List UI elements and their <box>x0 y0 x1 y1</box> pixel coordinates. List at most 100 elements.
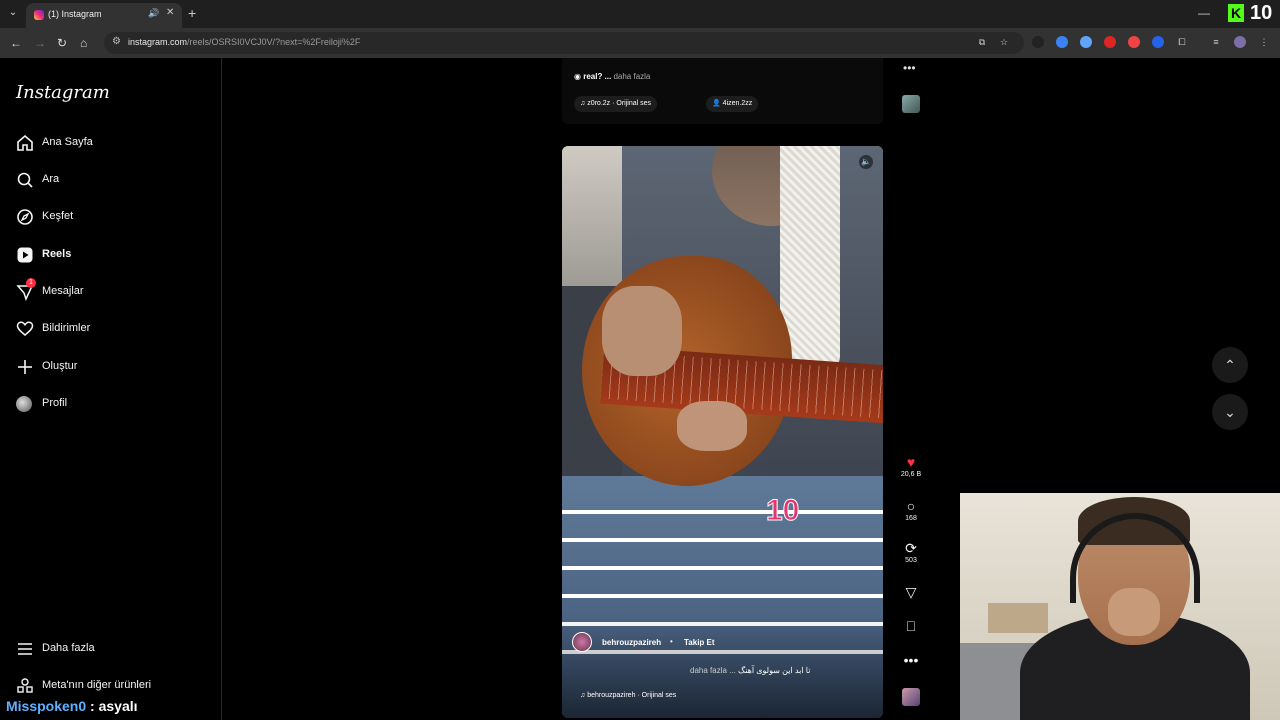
author-avatar[interactable] <box>572 632 592 652</box>
repost-icon: ⟳ <box>905 540 917 556</box>
heart-filled-icon: ♥ <box>906 454 916 470</box>
tab-search-icon[interactable]: ⌄ <box>4 4 22 22</box>
reel-caption: ◉ real? ... daha fazla <box>574 72 651 81</box>
extension-moon-icon[interactable] <box>1032 36 1044 48</box>
audio-thumbnail[interactable] <box>902 95 920 113</box>
reel-video[interactable]: 10 🔈 behrouzpazireh • Takip Et daha fazl… <box>562 146 883 718</box>
more-options-icon: ••• <box>903 652 919 668</box>
instagram-favicon-icon <box>34 10 44 20</box>
chat-text: : asyalı <box>90 698 138 714</box>
avatar <box>16 396 32 412</box>
audio-chip[interactable]: ♫ z0ro.2z · Orijinal ses <box>574 96 657 112</box>
sidebar-item-reels[interactable]: Reels <box>16 244 206 268</box>
previous-reel-button[interactable]: ⌃ <box>1212 347 1248 383</box>
sidebar-item-label: Oluştur <box>42 360 78 372</box>
plus-icon <box>18 360 32 374</box>
messages-badge: 1 <box>26 278 36 288</box>
address-bar[interactable]: ⚙ instagram.com/reels/OSRSI0VCJ0V/?next=… <box>104 32 1024 54</box>
kick-viewer-count: 10 <box>1250 2 1273 24</box>
overlay-stripe <box>562 594 883 598</box>
overlay-stripe <box>562 510 883 514</box>
kick-logo-icon: K <box>1228 4 1244 22</box>
like-count: 20,6 B <box>900 471 922 478</box>
overlay-countdown-number: 10 <box>765 494 800 528</box>
audio-thumbnail[interactable] <box>902 688 920 706</box>
forward-icon[interactable]: → <box>34 35 46 51</box>
bookmark-star-icon[interactable]: ☆ <box>998 36 1010 48</box>
chat-username: Misspoken0 <box>6 698 87 714</box>
sidebar-item-label: Reels <box>42 248 72 260</box>
chat-message: Misspoken0 : asyalı <box>6 698 138 714</box>
video-scene-hand <box>602 286 682 376</box>
profile-avatar-icon[interactable] <box>1234 36 1246 48</box>
more-options-button[interactable]: ••• <box>900 652 922 668</box>
webcam-scene-hand <box>1108 588 1160 636</box>
reel-footer: behrouzpazireh • Takip Et daha fazla ...… <box>562 616 883 718</box>
media-control-icon[interactable]: ≡ <box>1210 36 1222 48</box>
site-info-icon[interactable]: ⚙ <box>112 36 121 47</box>
meta-apps-icon <box>17 678 33 693</box>
sidebar-item-label: Daha fazla <box>42 642 95 654</box>
sidebar-item-search[interactable]: Ara <box>16 169 206 193</box>
url-text[interactable]: instagram.com/reels/OSRSI0VCJ0V/?next=%2… <box>128 37 360 47</box>
like-button[interactable]: ♥ 20,6 B <box>900 454 922 478</box>
sidebar-item-messages[interactable]: 1 Mesajlar <box>16 278 206 305</box>
reel-caption[interactable]: daha fazla ... تا ابد این سولوی آهنگ <box>690 666 810 675</box>
reload-icon[interactable]: ↻ <box>57 35 67 51</box>
tab-title: (1) Instagram <box>48 9 102 19</box>
sidebar-item-label: Profil <box>42 397 68 409</box>
comment-button[interactable]: ○ 168 <box>900 498 922 522</box>
reels-icon <box>17 247 33 263</box>
instagram-logo[interactable]: Instagram <box>16 82 110 103</box>
share-button[interactable]: ▽ <box>900 584 922 600</box>
sidebar-item-home[interactable]: Ana Sayfa <box>16 132 206 156</box>
chevron-down-icon: ⌄ <box>1224 404 1236 420</box>
more-options-icon[interactable]: ••• <box>903 61 916 75</box>
previous-reel[interactable]: ◉ real? ... daha fazla ♫ z0ro.2z · Oriji… <box>562 58 883 124</box>
sidebar-item-profile[interactable]: Profil <box>16 393 206 417</box>
tagged-user-chip[interactable]: 👤 4izen.2zz <box>706 96 759 112</box>
search-icon <box>17 172 33 188</box>
browser-tab[interactable]: (1) Instagram 🔊 ✕ <box>26 3 182 28</box>
audio-link[interactable]: ♫ behrouzpazireh · Orijinal ses <box>580 692 676 699</box>
overlay-stripe <box>562 566 883 570</box>
window-minimize-icon[interactable]: — <box>1198 6 1210 20</box>
more-link[interactable]: daha fazla ... <box>690 666 736 675</box>
extension-diamond-icon[interactable] <box>1152 36 1164 48</box>
browser-menu-icon[interactable]: ⋮ <box>1258 36 1270 48</box>
repost-count: 503 <box>905 557 917 564</box>
follow-button[interactable]: Takip Et <box>684 638 715 647</box>
sidebar-item-label: Mesajlar <box>42 285 84 297</box>
chevron-up-icon: ⌃ <box>1224 357 1236 373</box>
new-tab-button[interactable]: + <box>188 4 196 22</box>
sidebar-item-label: Meta'nın diğer ürünleri <box>42 679 152 691</box>
extension-blue-icon[interactable] <box>1056 36 1068 48</box>
save-button[interactable]: ⎕ <box>900 618 922 634</box>
more-link[interactable]: daha fazla <box>613 72 650 81</box>
tab-audio-icon[interactable]: 🔊 <box>148 8 159 19</box>
next-reel-button[interactable]: ⌄ <box>1212 394 1248 430</box>
extension-shield-icon[interactable] <box>1104 36 1116 48</box>
comment-icon: ○ <box>906 498 916 514</box>
extensions-puzzle-icon[interactable]: ⧠ <box>1176 36 1188 48</box>
browser-toolbar: ← → ↻ ⌂ ⚙ instagram.com/reels/OSRSI0VCJ0… <box>0 28 1280 58</box>
volume-icon[interactable]: 🔈 <box>859 155 873 169</box>
separator-dot: • <box>670 637 673 646</box>
back-icon[interactable]: ← <box>10 35 22 51</box>
sidebar-item-explore[interactable]: Keşfet <box>16 206 206 230</box>
home-icon[interactable]: ⌂ <box>80 35 87 51</box>
extension-translate-icon[interactable] <box>1080 36 1092 48</box>
repost-button[interactable]: ⟳ 503 <box>900 540 922 564</box>
author-username[interactable]: behrouzpazireh <box>602 638 661 647</box>
compass-icon <box>17 209 33 225</box>
install-app-icon[interactable]: ⧉ <box>976 36 988 48</box>
bookmark-icon: ⎕ <box>906 618 916 634</box>
sidebar-item-create[interactable]: Oluştur <box>16 356 206 380</box>
sidebar-item-meta-products[interactable]: Meta'nın diğer ürünleri <box>16 675 206 699</box>
extension-red-icon[interactable] <box>1128 36 1140 48</box>
sidebar-item-more[interactable]: Daha fazla <box>16 638 206 662</box>
sidebar-item-label: Keşfet <box>42 210 74 222</box>
sidebar-item-notifications[interactable]: Bildirimler <box>16 318 206 342</box>
webcam-scene-shelf <box>988 603 1048 633</box>
tab-close-icon[interactable]: ✕ <box>166 7 174 18</box>
